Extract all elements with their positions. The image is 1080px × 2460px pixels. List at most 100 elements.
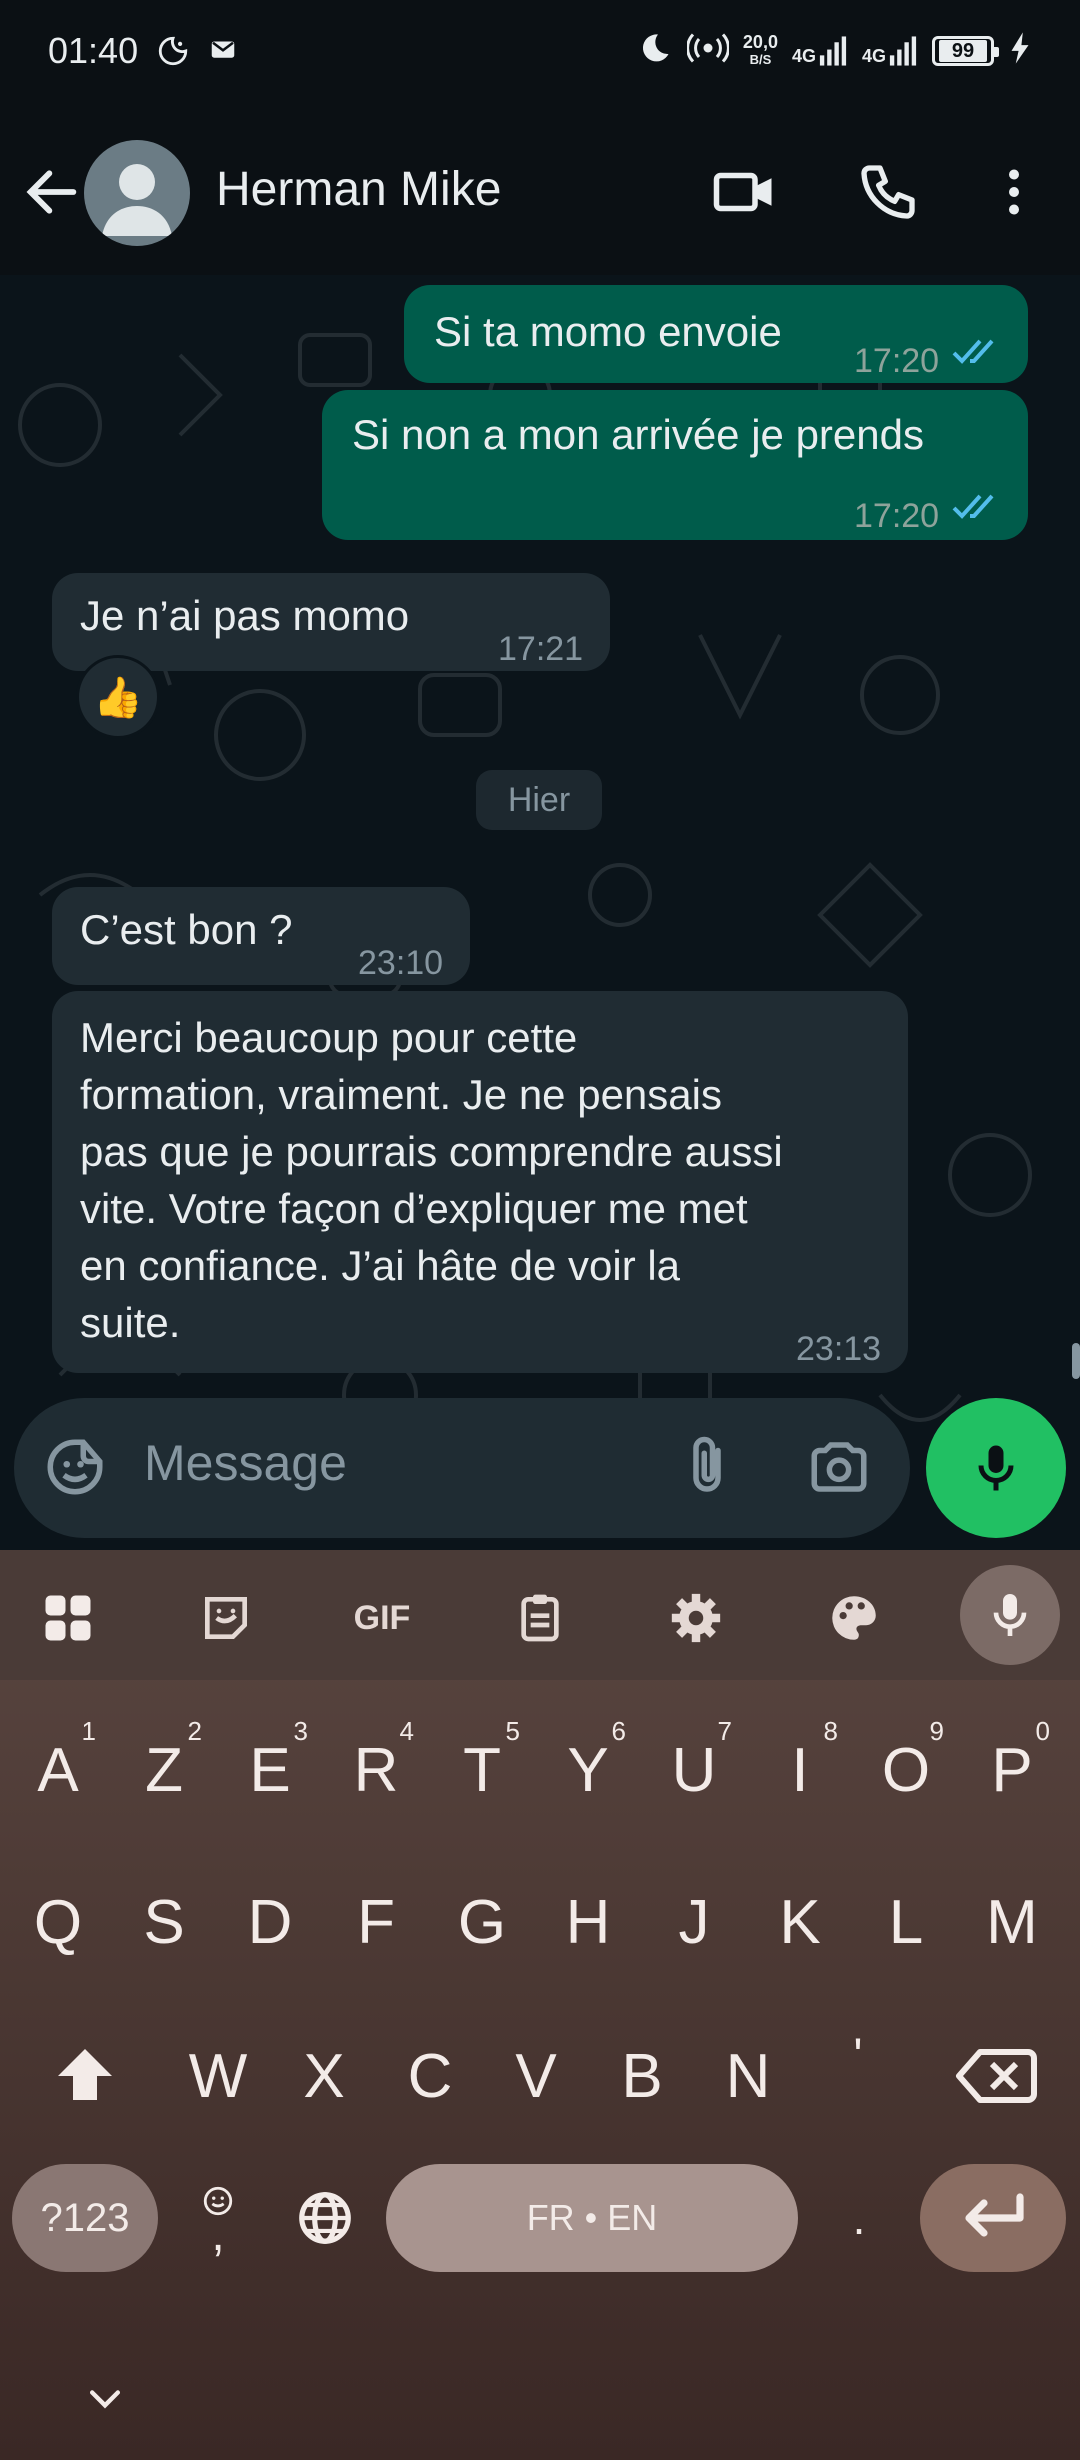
more-vert-icon	[1009, 169, 1019, 215]
sticker-icon	[47, 1439, 103, 1495]
status-time: 01:40	[48, 30, 139, 71]
sticker-keyboard-button[interactable]	[190, 1582, 262, 1654]
status-bar: 01:40 20,0 B/S 4G 4G 99	[0, 0, 1080, 110]
key-n[interactable]: N	[698, 2016, 798, 2136]
microphone-icon	[978, 1445, 1014, 1491]
incoming-message[interactable]: Je n’ai pas momo 17:21	[52, 573, 610, 671]
key-m[interactable]: M	[962, 1862, 1062, 1982]
key-u[interactable]: U7	[644, 1710, 744, 1830]
key-h[interactable]: H	[538, 1862, 638, 1982]
key-a[interactable]: A1	[8, 1710, 108, 1830]
message-reaction[interactable]: 👍	[76, 655, 160, 739]
key-o[interactable]: O9	[856, 1710, 956, 1830]
read-ticks-icon	[952, 494, 994, 519]
gif-button[interactable]: GIF	[344, 1582, 420, 1654]
read-ticks-icon	[952, 339, 994, 364]
back-arrow-icon	[26, 170, 77, 214]
signal-icon-1: 4G	[792, 35, 848, 67]
key-t[interactable]: T5	[432, 1710, 532, 1830]
message-text: Merci beaucoup pour cette formation, vra…	[80, 1014, 783, 1346]
voice-call-button[interactable]	[852, 156, 924, 228]
key-c[interactable]: C	[380, 2016, 480, 2136]
keyboard: GIF A1 Z2 E3 R4 T5 Y6 U7 I8 O9 P0 Q S D …	[0, 1550, 1080, 2460]
charging-icon	[1008, 31, 1032, 71]
video-call-button[interactable]	[708, 156, 780, 228]
key-d[interactable]: D	[220, 1862, 320, 1982]
paperclip-icon	[693, 1436, 721, 1492]
key-e[interactable]: E3	[220, 1710, 320, 1830]
theme-button[interactable]	[818, 1582, 890, 1654]
avatar[interactable]	[84, 140, 190, 246]
signal-icon-2: 4G	[862, 35, 918, 67]
more-options-button[interactable]	[978, 156, 1050, 228]
sticker-icon	[205, 1597, 247, 1639]
hotspot-icon	[686, 30, 730, 72]
globe-icon	[299, 2192, 351, 2244]
hide-keyboard-button[interactable]	[70, 2368, 140, 2428]
key-b[interactable]: B	[592, 2016, 692, 2136]
clipboard-button[interactable]	[504, 1582, 576, 1654]
camera-icon	[811, 1442, 867, 1492]
key-g[interactable]: G	[432, 1862, 532, 1982]
backspace-key[interactable]	[940, 2016, 1050, 2136]
microphone-icon	[993, 1594, 1027, 1636]
camera-button[interactable]	[806, 1434, 872, 1505]
language-key[interactable]	[280, 2164, 370, 2272]
palette-icon	[832, 1596, 876, 1640]
voice-message-button[interactable]	[926, 1398, 1066, 1538]
keyboard-toolbar: GIF	[0, 1550, 1080, 1680]
scrollbar[interactable]	[1072, 1343, 1080, 1379]
key-j[interactable]: J	[644, 1862, 744, 1982]
back-button[interactable]	[20, 160, 84, 224]
key-f[interactable]: F	[326, 1862, 426, 1982]
dnd-moon-icon	[637, 30, 673, 72]
key-z[interactable]: Z2	[114, 1710, 214, 1830]
outgoing-message[interactable]: Si ta momo envoie 17:20	[404, 285, 1028, 383]
chat-area[interactable]: Si ta momo envoie 17:20 Si non a mon arr…	[0, 275, 1080, 1550]
apps-grid-button[interactable]	[32, 1582, 104, 1654]
bedtime-icon	[156, 34, 190, 73]
keyboard-settings-button[interactable]	[660, 1582, 732, 1654]
contact-name[interactable]: Herman Mike	[216, 162, 501, 217]
incoming-message[interactable]: Merci beaucoup pour cette formation, vra…	[52, 991, 908, 1373]
net-speed: 20,0 B/S	[742, 32, 778, 67]
key-v[interactable]: V	[486, 2016, 586, 2136]
backspace-icon	[956, 2049, 1037, 2103]
date-divider: Hier	[476, 770, 602, 830]
phone-icon	[861, 165, 915, 219]
key-p[interactable]: P0	[962, 1710, 1062, 1830]
mail-notification-icon	[208, 34, 238, 73]
key-apostrophe[interactable]: '	[808, 1996, 908, 2116]
key-y[interactable]: Y6	[538, 1710, 638, 1830]
key-l[interactable]: L	[856, 1862, 956, 1982]
key-k[interactable]: K	[750, 1862, 850, 1982]
message-input[interactable]: Message	[144, 1434, 347, 1492]
key-i[interactable]: I8	[750, 1710, 850, 1830]
video-call-icon	[713, 172, 772, 212]
symbols-key[interactable]: ?123	[12, 2164, 158, 2272]
key-x[interactable]: X	[274, 2016, 374, 2136]
key-r[interactable]: R4	[326, 1710, 426, 1830]
enter-icon	[965, 2193, 1024, 2237]
enter-key[interactable]	[920, 2164, 1066, 2272]
key-w[interactable]: W	[168, 2016, 268, 2136]
message-composer[interactable]: Message	[14, 1398, 910, 1538]
period-key[interactable]: .	[814, 2164, 904, 2272]
chat-header: Herman Mike	[0, 110, 1080, 275]
sticker-button[interactable]	[42, 1434, 108, 1505]
voice-input-button[interactable]	[960, 1565, 1060, 1665]
key-s[interactable]: S	[114, 1862, 214, 1982]
chevron-down-icon	[89, 2390, 121, 2409]
key-q[interactable]: Q	[8, 1862, 108, 1982]
battery-icon: 99	[932, 36, 999, 66]
grid-icon	[45, 1595, 91, 1641]
gear-icon	[671, 1593, 721, 1643]
shift-icon	[58, 2049, 112, 2100]
outgoing-message[interactable]: Si non a mon arrivée je prends 17:20	[322, 390, 1028, 540]
incoming-message[interactable]: C’est bon ? 23:10	[52, 887, 470, 985]
shift-key[interactable]	[30, 2016, 140, 2136]
space-bar[interactable]: FR • EN	[386, 2164, 798, 2272]
attach-button[interactable]	[674, 1434, 740, 1505]
emoji-comma-key[interactable]: ,	[186, 2164, 250, 2272]
clipboard-icon	[521, 1594, 559, 1642]
